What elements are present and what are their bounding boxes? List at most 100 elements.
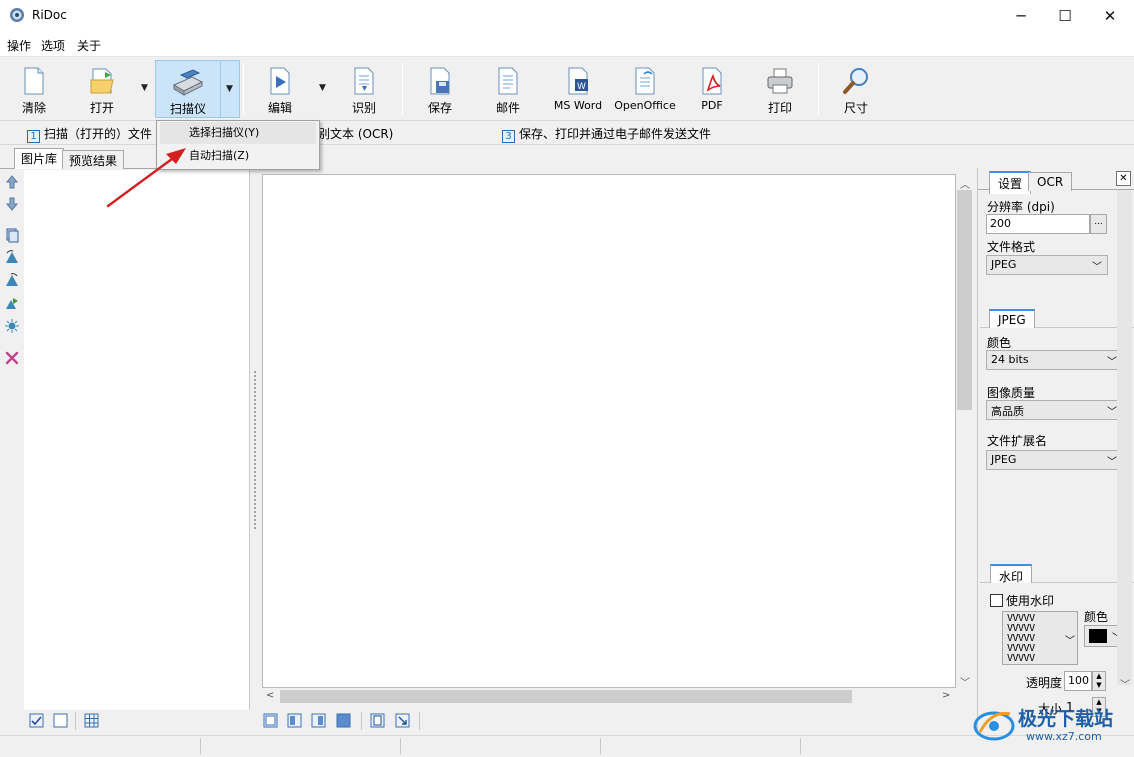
- status-separator: [400, 738, 401, 754]
- status-separator: [600, 738, 601, 754]
- tab-jpeg[interactable]: JPEG: [989, 309, 1035, 328]
- clear-button[interactable]: 清除: [8, 60, 60, 118]
- panel-close-button[interactable]: ✕: [1116, 171, 1131, 186]
- move-up-icon[interactable]: [4, 174, 20, 190]
- quality-label: 图像质量: [987, 386, 1036, 400]
- edit-dropdown-arrow[interactable]: ▼: [319, 83, 326, 93]
- minimize-button[interactable]: ─: [998, 0, 1044, 31]
- menu-about[interactable]: 关于: [77, 37, 101, 54]
- ocr-page-icon: [354, 67, 374, 95]
- splitter-grip[interactable]: [253, 370, 257, 530]
- chevron-down-icon: ﹀: [1107, 407, 1117, 418]
- status-separator: [200, 738, 201, 754]
- opacity-spinner[interactable]: ▲ ▼: [1092, 671, 1106, 691]
- deselect-icon[interactable]: [53, 713, 68, 728]
- opacity-label: 透明度: [1026, 676, 1063, 690]
- quality-select[interactable]: 高品质 ﹀: [986, 400, 1123, 420]
- mail-icon: [498, 67, 518, 95]
- scroll-down-arrow[interactable]: ﹀: [960, 674, 970, 689]
- chevron-down-icon: ﹀: [1107, 457, 1117, 468]
- edit-button[interactable]: 编辑: [254, 60, 306, 118]
- format-label: 文件格式: [987, 240, 1036, 254]
- pdf-button[interactable]: PDF: [686, 60, 738, 118]
- toolbar-separator: [402, 63, 403, 115]
- close-button[interactable]: ✕: [1087, 0, 1133, 31]
- use-watermark-checkbox[interactable]: [990, 594, 1003, 607]
- tab-library[interactable]: 图片库: [14, 148, 65, 169]
- bottom-separator: [361, 712, 362, 730]
- copy-icon[interactable]: [4, 227, 20, 243]
- scroll-left-arrow[interactable]: <: [266, 690, 274, 701]
- flip-icon[interactable]: [4, 295, 20, 311]
- rotate-right-icon[interactable]: [4, 272, 20, 288]
- msword-button[interactable]: W MS Word: [548, 60, 608, 118]
- select-all-icon[interactable]: [29, 713, 44, 728]
- size-button[interactable]: 尺寸: [830, 60, 882, 118]
- scanner-button[interactable]: 扫描仪: [155, 60, 221, 118]
- openoffice-button[interactable]: OpenOffice: [612, 60, 678, 118]
- aurora-logo-icon: [973, 711, 1015, 741]
- rotate-left-icon[interactable]: [4, 249, 20, 265]
- tab-ocr[interactable]: OCR: [1028, 172, 1073, 191]
- watermark-logo-name: 极光下载站: [1018, 708, 1114, 730]
- open-button[interactable]: 打开: [76, 60, 128, 118]
- delete-icon[interactable]: [4, 350, 20, 366]
- scroll-up-arrow[interactable]: ︿: [960, 176, 970, 191]
- step-3[interactable]: 3 保存、打印并通过电子邮件发送文件: [502, 125, 711, 143]
- bottom-separator: [419, 712, 420, 730]
- view-full-icon[interactable]: [336, 713, 351, 728]
- resolution-input[interactable]: 200: [986, 214, 1090, 234]
- fit-page-icon[interactable]: [370, 713, 385, 728]
- scanner-dropdown-arrow: ▼: [226, 84, 233, 94]
- recognize-button[interactable]: 识别: [338, 60, 390, 118]
- step-2[interactable]: 别文本 (OCR): [318, 125, 393, 142]
- tab-settings[interactable]: 设置: [989, 171, 1032, 194]
- color-depth-select[interactable]: 24 bits ﹀: [986, 350, 1123, 370]
- chevron-down-icon: ﹀: [1065, 636, 1075, 647]
- scanner-dropdown-button[interactable]: ▼: [220, 60, 240, 118]
- view-single-icon[interactable]: [263, 713, 278, 728]
- menu-operations[interactable]: 操作: [7, 37, 31, 54]
- image-library-panel[interactable]: [24, 170, 250, 710]
- opacity-input[interactable]: 100: [1064, 671, 1092, 691]
- brightness-icon[interactable]: [4, 318, 20, 334]
- vertical-scroll-thumb[interactable]: [957, 190, 972, 410]
- horizontal-scroll-thumb[interactable]: [280, 690, 852, 703]
- save-button[interactable]: 保存: [414, 60, 466, 118]
- print-button[interactable]: 打印: [754, 60, 806, 118]
- resolution-label: 分辨率 (dpi): [987, 200, 1055, 214]
- watermark-color-label: 颜色: [1084, 610, 1109, 624]
- maximize-button[interactable]: ☐: [1042, 0, 1088, 31]
- toolbar-separator: [243, 63, 244, 115]
- menu-bar: 操作 选项 关于: [0, 31, 1134, 57]
- status-separator: [800, 738, 801, 754]
- mail-button[interactable]: 邮件: [482, 60, 534, 118]
- preview-canvas[interactable]: [262, 174, 956, 688]
- open-file-icon: [90, 68, 114, 94]
- bottom-toolbar: [0, 710, 975, 734]
- window-title: RiDoc: [32, 8, 67, 22]
- resolution-browse-button[interactable]: ...: [1090, 214, 1107, 234]
- edit-page-icon: [270, 67, 290, 95]
- settings-scroll-down-arrow[interactable]: ﹀: [1120, 676, 1130, 691]
- settings-scrollbar[interactable]: [1117, 190, 1132, 685]
- save-icon: [430, 67, 450, 95]
- chevron-down-icon: ﹀: [1107, 357, 1117, 368]
- view-left-icon[interactable]: [287, 713, 302, 728]
- fit-width-icon[interactable]: [395, 713, 410, 728]
- scroll-right-arrow[interactable]: >: [942, 690, 950, 701]
- magnifier-icon: [843, 68, 868, 94]
- extension-select[interactable]: JPEG ﹀: [986, 450, 1123, 470]
- tab-watermark[interactable]: 水印: [990, 564, 1033, 584]
- svg-text:W: W: [577, 82, 586, 92]
- open-dropdown-arrow[interactable]: ▼: [141, 83, 148, 93]
- format-select[interactable]: JPEG ﹀: [986, 255, 1108, 275]
- move-down-icon[interactable]: [4, 196, 20, 212]
- watermark-pattern-select[interactable]: VVVVV VVVVV VVVVV VVVVV VVVVV ﹀: [1002, 611, 1078, 665]
- status-bar: [0, 735, 1134, 757]
- menu-options[interactable]: 选项: [41, 37, 65, 54]
- grid-view-icon[interactable]: [84, 713, 99, 728]
- view-right-icon[interactable]: [311, 713, 326, 728]
- watermark-pattern-preview: VVVVV VVVVV VVVVV VVVVV VVVVV: [1007, 613, 1035, 664]
- toolbar: 清除 打开 ▼ 扫描仪 ▼ 编辑 ▼ 识别 保存 邮件 W MS Word Op…: [0, 57, 1134, 121]
